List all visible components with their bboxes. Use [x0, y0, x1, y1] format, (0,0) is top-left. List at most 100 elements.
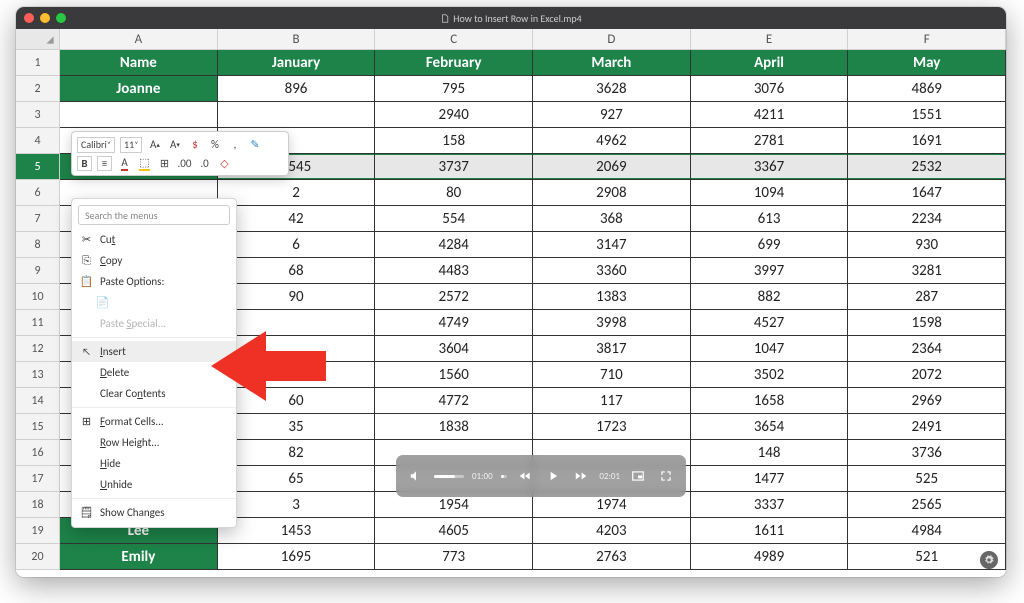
row-header[interactable]: 9: [16, 258, 60, 284]
font-color-icon[interactable]: A: [117, 156, 132, 171]
minimize-button[interactable]: [40, 13, 50, 23]
cell[interactable]: 3997: [691, 258, 849, 284]
row-header[interactable]: 18: [16, 492, 60, 518]
cell[interactable]: 4527: [691, 310, 849, 336]
cell[interactable]: 3337: [691, 492, 849, 518]
decrease-decimal-icon[interactable]: .00: [177, 156, 192, 171]
menu-show-changes[interactable]: 🗒Show Changes: [72, 502, 236, 523]
cell[interactable]: 3: [218, 492, 376, 518]
cell[interactable]: 1094: [691, 180, 849, 206]
cell[interactable]: 3147: [533, 232, 691, 258]
cell[interactable]: 1647: [848, 180, 1006, 206]
fill-color-icon[interactable]: ⬚: [137, 156, 152, 171]
row-header[interactable]: 12: [16, 336, 60, 362]
menu-format-cells[interactable]: ⊞Format Cells...: [72, 411, 236, 432]
row-header[interactable]: 17: [16, 466, 60, 492]
row-header[interactable]: 20: [16, 544, 60, 570]
rewind-icon[interactable]: [515, 466, 535, 486]
cell[interactable]: 1723: [533, 414, 691, 440]
row-header[interactable]: 10: [16, 284, 60, 310]
cell[interactable]: 35: [218, 414, 376, 440]
cell[interactable]: January: [218, 50, 376, 76]
font-size-select[interactable]: 11: [120, 137, 142, 153]
cell[interactable]: 896: [218, 76, 376, 102]
zoom-button[interactable]: [56, 13, 66, 23]
cell[interactable]: 4989: [691, 544, 849, 570]
row-header[interactable]: 15: [16, 414, 60, 440]
video-progress[interactable]: [501, 475, 508, 478]
cell[interactable]: 4284: [375, 232, 533, 258]
forward-icon[interactable]: [571, 466, 591, 486]
cell[interactable]: 2781: [691, 128, 849, 154]
cell[interactable]: 3367: [691, 154, 849, 180]
select-all-corner[interactable]: [16, 29, 60, 49]
cell[interactable]: 773: [375, 544, 533, 570]
cell[interactable]: 3604: [375, 336, 533, 362]
cell[interactable]: Emily: [60, 544, 218, 570]
row-header[interactable]: 16: [16, 440, 60, 466]
video-controls[interactable]: 01:00 02:01: [396, 455, 686, 497]
row-header[interactable]: 4: [16, 128, 60, 154]
col-header-a[interactable]: A: [60, 29, 218, 49]
menu-row-height[interactable]: Row Height...: [72, 432, 236, 453]
cell[interactable]: [60, 102, 218, 128]
cell[interactable]: 613: [691, 206, 849, 232]
cell[interactable]: March: [533, 50, 691, 76]
cell[interactable]: 3737: [375, 154, 533, 180]
cell[interactable]: May: [848, 50, 1006, 76]
cell[interactable]: 80: [375, 180, 533, 206]
row-header[interactable]: 6: [16, 180, 60, 206]
menu-cut[interactable]: ✂Cut: [72, 229, 236, 250]
cell[interactable]: 3076: [691, 76, 849, 102]
row-header[interactable]: 8: [16, 232, 60, 258]
cell[interactable]: 1611: [691, 518, 849, 544]
cell[interactable]: April: [691, 50, 849, 76]
cell[interactable]: 6: [218, 232, 376, 258]
cell[interactable]: 3502: [691, 362, 849, 388]
row-header[interactable]: 5: [16, 154, 60, 180]
comma-format-icon[interactable]: ,: [227, 137, 242, 152]
cell[interactable]: 2072: [848, 362, 1006, 388]
cell[interactable]: 1560: [375, 362, 533, 388]
cell[interactable]: 795: [375, 76, 533, 102]
col-header-d[interactable]: D: [533, 29, 691, 49]
cell[interactable]: 4211: [691, 102, 849, 128]
accounting-format-icon[interactable]: $: [187, 137, 202, 152]
cell[interactable]: Joanne: [60, 76, 218, 102]
cell[interactable]: 1691: [848, 128, 1006, 154]
cell[interactable]: 1658: [691, 388, 849, 414]
increase-font-icon[interactable]: A▴: [147, 137, 162, 152]
cell[interactable]: 2234: [848, 206, 1006, 232]
menu-search-input[interactable]: Search the menus: [78, 205, 230, 225]
cell[interactable]: 1695: [218, 544, 376, 570]
col-header-e[interactable]: E: [691, 29, 849, 49]
play-icon[interactable]: [543, 466, 563, 486]
menu-unhide[interactable]: Unhide: [72, 474, 236, 495]
pip-icon[interactable]: [628, 466, 648, 486]
col-header-f[interactable]: F: [848, 29, 1006, 49]
border-icon[interactable]: ⊞: [157, 156, 172, 171]
cell[interactable]: 4962: [533, 128, 691, 154]
align-button[interactable]: ≡: [97, 156, 112, 171]
cell[interactable]: 117: [533, 388, 691, 414]
cell[interactable]: 2364: [848, 336, 1006, 362]
fullscreen-icon[interactable]: [656, 466, 676, 486]
cell[interactable]: 3360: [533, 258, 691, 284]
row-header[interactable]: 13: [16, 362, 60, 388]
cell[interactable]: 2572: [375, 284, 533, 310]
cell[interactable]: 2565: [848, 492, 1006, 518]
cell[interactable]: 82: [218, 440, 376, 466]
cell[interactable]: 4749: [375, 310, 533, 336]
volume-icon[interactable]: [406, 466, 426, 486]
cell[interactable]: 4984: [848, 518, 1006, 544]
close-button[interactable]: [24, 13, 34, 23]
menu-hide[interactable]: Hide: [72, 453, 236, 474]
cell[interactable]: 2908: [533, 180, 691, 206]
percent-format-icon[interactable]: %: [207, 137, 222, 152]
bold-button[interactable]: B: [77, 156, 92, 171]
cell[interactable]: 90: [218, 284, 376, 310]
row-header[interactable]: 14: [16, 388, 60, 414]
cell[interactable]: 2491: [848, 414, 1006, 440]
cell[interactable]: 1383: [533, 284, 691, 310]
cell[interactable]: 148: [691, 440, 849, 466]
